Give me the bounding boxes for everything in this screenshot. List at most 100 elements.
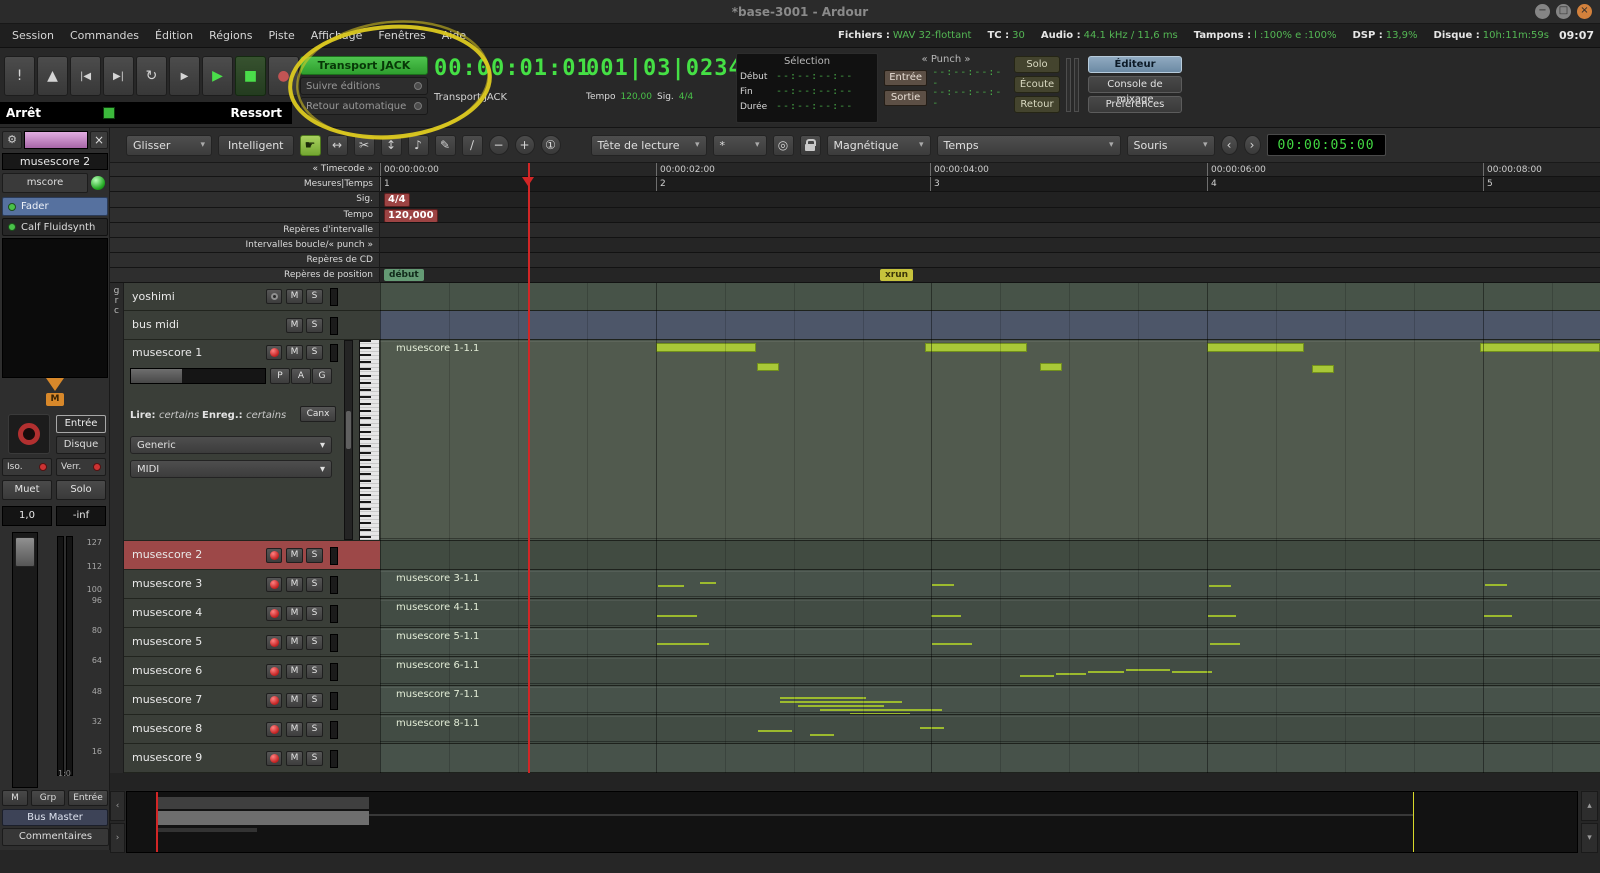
- summary-scroll-left-button[interactable]: ‹: [110, 791, 125, 821]
- play-button[interactable]: ▶: [202, 56, 233, 96]
- tempo-badge[interactable]: 120,000: [384, 209, 438, 222]
- region-musescore-3-1-1[interactable]: musescore 3-1.1: [380, 571, 1600, 597]
- play-range-button[interactable]: ▶: [169, 56, 200, 96]
- disk-monitor-button[interactable]: Disque: [56, 436, 106, 454]
- pag-g-button[interactable]: G: [312, 368, 332, 384]
- track-header-musescore-2[interactable]: musescore 2 MS: [124, 541, 380, 570]
- intelligent-toggle[interactable]: Intelligent: [218, 134, 294, 156]
- mute-button[interactable]: M: [286, 577, 303, 592]
- solo-button[interactable]: S: [306, 548, 323, 563]
- midi-note[interactable]: [657, 615, 697, 617]
- track-lane-musescore-5[interactable]: musescore 5-1.1: [380, 628, 1600, 657]
- midi-panic-button[interactable]: !: [4, 56, 35, 96]
- ruler-timecode[interactable]: 00:00:00:00 00:00:02:00 00:00:04:00 00:00:0…: [380, 163, 1600, 177]
- record-button[interactable]: ●: [268, 56, 299, 96]
- track-name[interactable]: musescore 8: [132, 722, 202, 735]
- solo-button[interactable]: S: [306, 318, 323, 333]
- edit-mode-combo[interactable]: Glisser ▾: [126, 134, 212, 156]
- track-level-slider[interactable]: [330, 547, 338, 565]
- nav-back-button[interactable]: ‹: [1220, 135, 1238, 155]
- fader-handle[interactable]: [15, 537, 35, 567]
- track-level-slider[interactable]: [330, 721, 338, 739]
- midi-note[interactable]: [1056, 673, 1086, 675]
- solo-button[interactable]: S: [306, 577, 323, 592]
- track-header-musescore-6[interactable]: musescore 6 MS: [124, 657, 380, 686]
- selection-value[interactable]: --:--:--:--: [776, 101, 853, 112]
- tool-audition-button[interactable]: ♪: [407, 134, 429, 156]
- ruler-label-tempo[interactable]: Tempo: [110, 208, 379, 223]
- console-de-mixage-button[interactable]: Console de mixage: [1088, 76, 1182, 105]
- track-name[interactable]: musescore 4: [132, 606, 202, 619]
- metronome-button[interactable]: ▲: [37, 56, 68, 96]
- region-musescore-5-1-1[interactable]: musescore 5-1.1: [380, 629, 1600, 655]
- grid-unit-combo[interactable]: Temps ▾: [936, 134, 1121, 156]
- ruler-label-reperes-d-intervalle[interactable]: Repères d'intervalle: [110, 223, 379, 238]
- solo-button[interactable]: S: [306, 693, 323, 708]
- ruler-label-reperes-de-cd[interactable]: Repères de CD: [110, 253, 379, 268]
- track-level-slider[interactable]: [330, 634, 338, 652]
- plugin-led-icon[interactable]: [91, 176, 105, 190]
- midi-note[interactable]: [1485, 584, 1507, 586]
- midi-note[interactable]: [925, 343, 1027, 352]
- solo-button[interactable]: S: [306, 722, 323, 737]
- record-enable-button[interactable]: [266, 577, 282, 592]
- editeur-button[interactable]: Éditeur: [1088, 56, 1182, 73]
- synth-processor-button[interactable]: Calf Fluidsynth: [2, 218, 108, 236]
- ruler-tempo[interactable]: 120,000: [380, 208, 1600, 223]
- midi-note[interactable]: [656, 343, 756, 352]
- solo-button[interactable]: Solo: [56, 480, 106, 500]
- record-enable-button[interactable]: [266, 289, 282, 304]
- mute-button[interactable]: M: [286, 345, 303, 360]
- midi-note[interactable]: [932, 643, 972, 645]
- mute-button[interactable]: M: [286, 606, 303, 621]
- tool-cut-button[interactable]: ✂: [353, 134, 375, 156]
- track-header-musescore-8[interactable]: musescore 8 MS: [124, 715, 380, 744]
- record-enable-button[interactable]: [266, 606, 282, 621]
- solo-button[interactable]: S: [306, 289, 323, 304]
- ruler-sig[interactable]: 4/4: [380, 192, 1600, 208]
- mute-button[interactable]: M: [286, 548, 303, 563]
- track-lane-musescore-4[interactable]: musescore 4-1.1: [380, 599, 1600, 628]
- ruler-reperes-de-position[interactable]: début xrun: [380, 268, 1600, 283]
- track-name[interactable]: musescore 5: [132, 635, 202, 648]
- mute-button[interactable]: M: [286, 693, 303, 708]
- close-button[interactable]: ×: [1577, 4, 1592, 19]
- summary-view[interactable]: [126, 791, 1578, 853]
- midi-note[interactable]: [1208, 615, 1236, 617]
- peak-display[interactable]: -inf: [56, 506, 106, 526]
- ruler-mesures-temps[interactable]: 1 2 3 4 5: [380, 177, 1600, 192]
- midi-note[interactable]: [780, 701, 902, 703]
- goto-start-button[interactable]: |◀: [70, 56, 101, 96]
- track-header-musescore-3[interactable]: musescore 3 MS: [124, 570, 380, 599]
- midi-note[interactable]: [1484, 615, 1512, 617]
- summary-scroll-up-button[interactable]: ▴: [1581, 791, 1598, 821]
- menu-fenetres[interactable]: Fenêtres: [370, 24, 433, 48]
- midi-note[interactable]: [758, 730, 792, 732]
- mute-button[interactable]: M: [286, 318, 303, 333]
- region-musescore-7-1-1[interactable]: musescore 7-1.1: [380, 687, 1600, 713]
- summary-end-marker[interactable]: [1413, 792, 1414, 852]
- midi-note[interactable]: [932, 584, 954, 586]
- zoom-focus-combo[interactable]: Tête de lecture ▾: [590, 134, 707, 156]
- region-musescore-4-1-1[interactable]: musescore 4-1.1: [380, 600, 1600, 626]
- midi-note[interactable]: [1207, 343, 1304, 352]
- solo-button[interactable]: S: [306, 664, 323, 679]
- zoom-session-button[interactable]: ①: [540, 135, 561, 155]
- record-enable-button[interactable]: [266, 345, 282, 360]
- region-musescore-1-1-1[interactable]: musescore 1-1.1: [380, 341, 1600, 539]
- mute-button[interactable]: M: [286, 664, 303, 679]
- ruler-label-sig[interactable]: Sig.: [110, 192, 379, 208]
- strip-m-button[interactable]: M: [2, 790, 28, 806]
- record-enable-button[interactable]: [266, 751, 282, 766]
- midi-note[interactable]: [1172, 671, 1212, 673]
- track-name[interactable]: musescore 6: [132, 664, 202, 677]
- mute-button[interactable]: M: [286, 635, 303, 650]
- tool-stretch-button[interactable]: ↕: [380, 134, 402, 156]
- ruler-label-intervalles-boucle-punch[interactable]: Intervalles boucle/« punch »: [110, 238, 379, 253]
- menu-aide[interactable]: Aide: [434, 24, 474, 48]
- mute-button[interactable]: M: [286, 751, 303, 766]
- solo-lock-button[interactable]: Verr.: [56, 458, 106, 476]
- snap-settings-button[interactable]: ◎: [772, 134, 794, 156]
- ruler-label-reperes-de-position[interactable]: Repères de position: [110, 268, 379, 283]
- menu-affichage[interactable]: Affichage: [303, 24, 371, 48]
